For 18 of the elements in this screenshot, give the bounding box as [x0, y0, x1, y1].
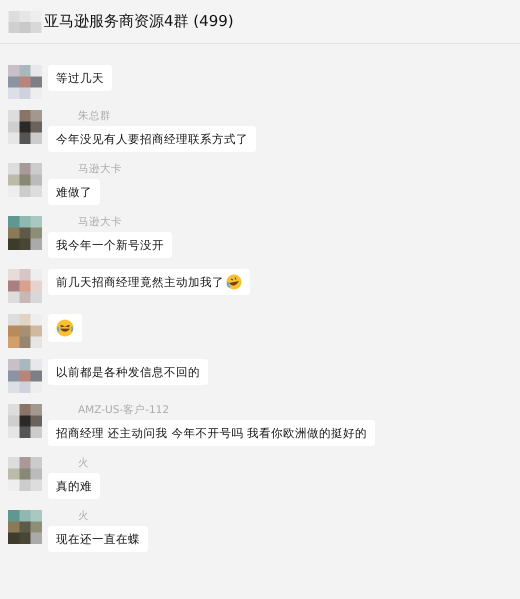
- message-bubble: 等过几天: [48, 65, 112, 91]
- sender-name: 朱总群: [78, 110, 111, 123]
- message-bubble: 现在还一直在蝶: [48, 526, 148, 552]
- laughing-emoji-icon: [56, 319, 74, 337]
- chat-title: 亚马逊服务商资源4群 (499): [44, 12, 234, 31]
- message-bubble: 我今年一个新号没开: [48, 232, 172, 258]
- sender-name: 马逊大卡: [78, 163, 122, 176]
- sender-name: AMZ-US-客户-112: [78, 404, 170, 417]
- rolling-laughing-emoji-icon: [226, 274, 242, 290]
- sender-name: 马逊大卡: [78, 216, 122, 229]
- sender-name: 火: [78, 457, 89, 470]
- message-bubble: 以前都是各种发信息不回的: [48, 359, 208, 385]
- message-bubble: 招商经理 还主动问我 今年不开号吗 我看你欧洲做的挺好的: [48, 420, 375, 446]
- message-bubble: 前几天招商经理竟然主动加我了: [48, 269, 250, 295]
- message-bubble: 难做了: [48, 179, 100, 205]
- sender-name: 火: [78, 510, 89, 523]
- message-bubble: 真的难: [48, 473, 100, 499]
- message-bubble: 今年没见有人要招商经理联系方式了: [48, 126, 256, 152]
